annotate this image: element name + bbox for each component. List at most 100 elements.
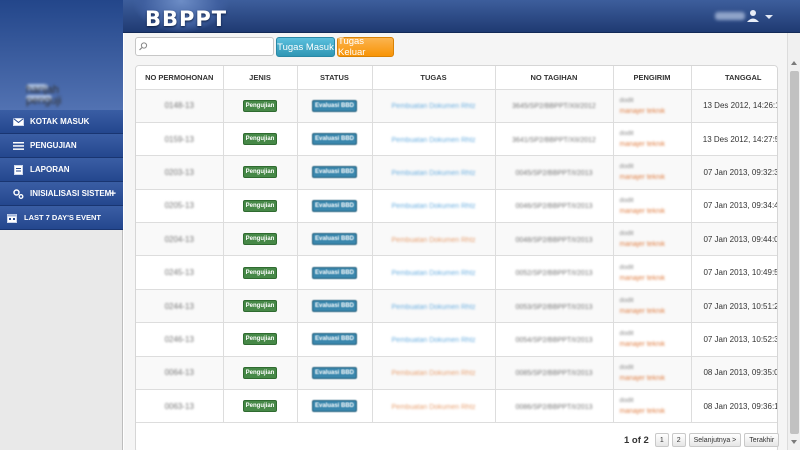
cell-tugas: Pembuatan Dokumen Rhtz (372, 255, 496, 290)
column-header[interactable]: TUGAS (372, 66, 496, 90)
cell-tugas: Pembuatan Dokumen Rhtz (372, 356, 496, 391)
column-header[interactable]: TANGGAL (691, 66, 777, 90)
next-page-button[interactable]: Selanjutnya > (688, 433, 742, 447)
tugas-link[interactable]: Pembuatan Dokumen Rhtz (391, 203, 475, 210)
tugas-link[interactable]: Pembuatan Dokumen Rhtz (391, 270, 475, 277)
document-icon (12, 164, 24, 175)
page-button-2[interactable]: 2 (671, 433, 686, 447)
task-table: NO PERMOHONAN JENIS STATUS TUGAS NO TAGI… (136, 66, 777, 424)
tugas-link[interactable]: Pembuatan Dokumen Rhtz (391, 137, 475, 144)
cell-jenis: Pengujian (223, 222, 298, 257)
pengirim-role: manajer teknik (619, 107, 666, 115)
table-row[interactable]: 0159-13 Pengujian Evaluasi BBD Pembuatan Do… (136, 122, 777, 157)
jenis-badge: Pengujian (242, 266, 278, 279)
pengirim-name: dodit (619, 397, 634, 405)
cell-status: Evaluasi BBD (297, 122, 373, 157)
sidebar-item-laporan[interactable]: LAPORAN (0, 158, 123, 182)
sidebar-item-inisialisasi-sistem[interactable]: INISIALISASI SISTEM + (0, 182, 123, 206)
pengirim-role: manajer teknik (619, 308, 666, 316)
status-badge: Evaluasi BBD (311, 333, 357, 346)
vertical-scrollbar[interactable] (787, 33, 800, 450)
column-header[interactable]: NO PERMOHONAN (136, 66, 224, 90)
column-header[interactable]: PENGIRIM (613, 66, 692, 90)
table-row[interactable]: 0064-13 Pengujian Evaluasi BBD Pembuatan Do… (136, 356, 777, 391)
sidebar-menu: KOTAK MASUK PENGUJIAN LAPORAN INISIALISA… (0, 110, 123, 230)
tugas-keluar-button[interactable]: Tugas Keluar (337, 36, 394, 58)
sidebar-item-label: LAST 7 DAY'S EVENT (24, 213, 101, 222)
sidebar-item-pengujian[interactable]: PENGUJIAN (0, 134, 123, 158)
table-row[interactable]: 0203-13 Pengujian Evaluasi BBD Pembuatan Do… (136, 155, 777, 190)
table-row[interactable]: 0245-13 Pengujian Evaluasi BBD Pembuatan Do… (136, 255, 777, 290)
cell-jenis: Pengujian (223, 189, 298, 224)
scroll-up-arrow-icon[interactable] (791, 61, 797, 65)
sidebar-item-label: INISIALISASI SISTEM (30, 189, 112, 198)
no-permohonan: 0205-13 (164, 201, 194, 211)
table-row[interactable]: 0246-13 Pengujian Evaluasi BBD Pembuatan Do… (136, 322, 777, 357)
pengirim-name: dodit (619, 363, 634, 371)
tugas-link[interactable]: Pembuatan Dokumen Rhtz (391, 170, 475, 177)
tugas-link[interactable]: Pembuatan Dokumen Rhtz (391, 337, 475, 344)
calendar-icon (6, 213, 18, 223)
cell-no-tagihan: 0046/SP2/BBPPT/I/2013 (495, 189, 614, 224)
table-row[interactable]: 0205-13 Pengujian Evaluasi BBD Pembuatan Do… (136, 189, 777, 224)
jenis-badge: Pengujian (242, 233, 278, 246)
pengirim-name: dodit (619, 130, 634, 138)
user-icon[interactable] (746, 9, 760, 23)
cell-tanggal: 07 Jan 2013, 10:51:20 (691, 289, 777, 324)
user-name[interactable]: hanjah (715, 12, 745, 20)
cell-no-permohonan: 0063-13 (136, 389, 224, 424)
page-button-1[interactable]: 1 (654, 433, 669, 447)
tugas-link[interactable]: Pembuatan Dokumen Rhtz (391, 404, 475, 411)
cell-tanggal: 07 Jan 2013, 10:52:35 (691, 322, 777, 357)
cell-tugas: Pembuatan Dokumen Rhtz (372, 289, 496, 324)
app-logo[interactable]: BBPPT (145, 7, 227, 31)
gears-icon (12, 188, 24, 199)
scrollbar-thumb[interactable] (790, 71, 799, 434)
tugas-link[interactable]: Pembuatan Dokumen Rhtz (391, 103, 475, 110)
search-box[interactable] (135, 37, 274, 56)
column-header[interactable]: STATUS (297, 66, 373, 90)
pengirim-name: dodit (619, 330, 634, 338)
tugas-link[interactable]: Pembuatan Dokumen Rhtz (391, 237, 475, 244)
cell-status: Evaluasi BBD (297, 356, 373, 391)
cell-no-tagihan: 0052/SP2/BBPPT/I/2013 (495, 255, 614, 290)
column-header[interactable]: JENIS (223, 66, 298, 90)
no-tagihan: 0046/SP2/BBPPT/I/2013 (515, 203, 593, 211)
expand-plus-icon[interactable]: + (110, 188, 116, 200)
sidebar-item-kotak-masuk[interactable]: KOTAK MASUK (0, 110, 123, 134)
pengirim-name: dodit (619, 96, 634, 104)
table-row[interactable]: 0204-13 Pengujian Evaluasi BBD Pembuatan Do… (136, 222, 777, 257)
cell-tugas: Pembuatan Dokumen Rhtz (372, 89, 496, 123)
cell-no-tagihan: 0048/SP2/BBPPT/I/2013 (495, 222, 614, 257)
cell-pengirim: dodit manajer teknik (613, 356, 692, 391)
pagination: 1 of 2 1 2 Selanjutnya > Terakhir (624, 432, 782, 448)
table-row[interactable]: 0148-13 Pengujian Evaluasi BBD Pembuatan Do… (136, 89, 777, 123)
last-page-button[interactable]: Terakhir (744, 433, 780, 447)
scroll-down-arrow-icon[interactable] (791, 440, 797, 444)
pengirim-role: manajer teknik (619, 408, 666, 416)
cell-no-permohonan: 0245-13 (136, 255, 224, 290)
cell-tugas: Pembuatan Dokumen Rhtz (372, 155, 496, 190)
cell-status: Evaluasi BBD (297, 155, 373, 190)
sidebar: hanjah penguji KOTAK MASUK PENGUJIAN LAP… (0, 0, 123, 450)
tugas-link[interactable]: Pembuatan Dokumen Rhtz (391, 304, 475, 311)
cell-tanggal: 08 Jan 2013, 09:35:00 (691, 356, 777, 391)
table-row[interactable]: 0063-13 Pengujian Evaluasi BBD Pembuatan Do… (136, 389, 777, 424)
column-header[interactable]: NO TAGIHAN (495, 66, 614, 90)
cell-pengirim: dodit manajer teknik (613, 289, 692, 324)
pengirim-name: dodit (619, 163, 634, 171)
no-tagihan: 0045/SP2/BBPPT/I/2013 (515, 169, 593, 177)
user-menu-caret-icon[interactable] (765, 15, 773, 19)
tugas-masuk-button[interactable]: Tugas Masuk (276, 37, 335, 57)
cell-tanggal: 13 Des 2012, 14:27:54 (691, 122, 777, 157)
tugas-link[interactable]: Pembuatan Dokumen Rhtz (391, 370, 475, 377)
no-tagihan: 0052/SP2/BBPPT/I/2013 (515, 270, 593, 278)
task-table-container: NO PERMOHONAN JENIS STATUS TUGAS NO TAGI… (135, 65, 778, 450)
search-input[interactable] (150, 39, 270, 54)
no-permohonan: 0204-13 (164, 234, 194, 244)
sidebar-item-last-7-days-event[interactable]: LAST 7 DAY'S EVENT (0, 206, 123, 230)
sidebar-item-label: LAPORAN (30, 165, 70, 174)
jenis-badge: Pengujian (242, 366, 278, 379)
table-row[interactable]: 0244-13 Pengujian Evaluasi BBD Pembuatan Do… (136, 289, 777, 324)
pengirim-role: manajer teknik (619, 241, 666, 249)
